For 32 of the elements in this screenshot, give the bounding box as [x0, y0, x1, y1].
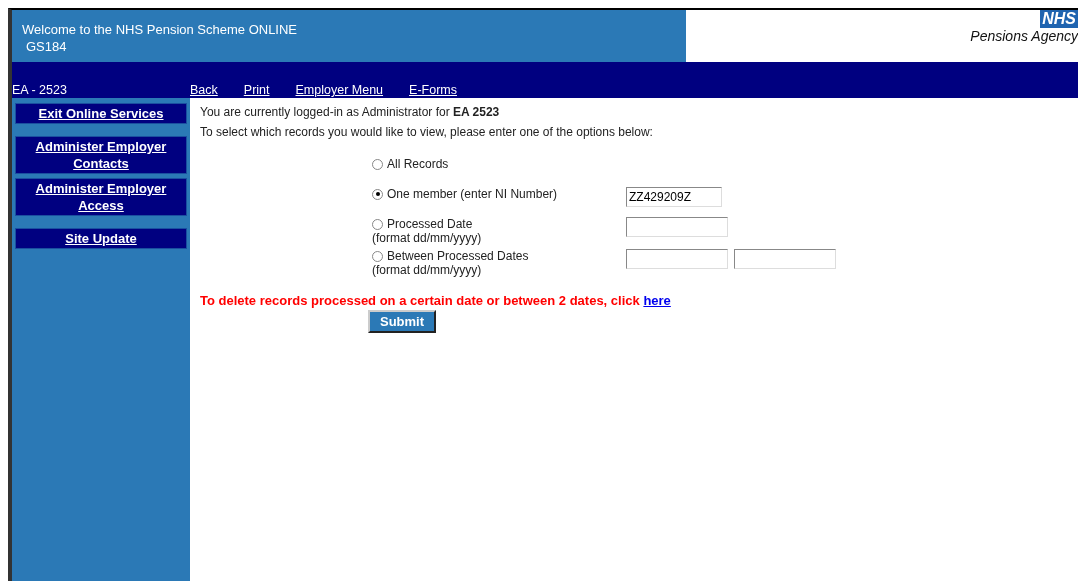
- employer-code: EA - 2523: [12, 83, 68, 97]
- input-field[interactable]: [626, 249, 728, 269]
- site-code: GS184: [25, 39, 68, 54]
- delete-instruction: To delete records processed on a certain date or between 2 dates, click here: [200, 293, 672, 308]
- nav-link[interactable]: Print: [243, 83, 270, 97]
- sidebar-item[interactable]: Site Update: [15, 228, 187, 249]
- instruction-text: To select which records you would like to view, please enter one of the options below:: [200, 125, 654, 139]
- nav-link[interactable]: Back: [190, 83, 218, 97]
- radio-button[interactable]: [372, 250, 383, 262]
- sidebar-item[interactable]: Administer Employer Access: [15, 178, 187, 216]
- here-link[interactable]: here: [643, 293, 671, 308]
- option-label: One member (enter NI Number): [387, 187, 558, 201]
- radio-button[interactable]: [372, 188, 383, 200]
- sidebar-item[interactable]: Administer Employer Contacts: [15, 136, 187, 174]
- sidebar-item[interactable]: Exit Online Services: [15, 103, 187, 124]
- input-field[interactable]: [734, 249, 836, 269]
- submit-button[interactable]: Submit: [368, 310, 437, 333]
- nav-link[interactable]: Employer Menu: [295, 83, 384, 97]
- input-field[interactable]: ZZ429209Z: [626, 187, 722, 207]
- input-field[interactable]: [626, 217, 728, 237]
- option-label: Processed Date: [387, 217, 473, 231]
- nav-link[interactable]: E-Forms: [409, 83, 457, 97]
- option-label: All Records: [387, 157, 449, 171]
- site-title: Welcome to the NHS Pension Scheme ONLINE: [22, 22, 299, 37]
- format-hint: (format dd/mm/yyyy): [372, 231, 483, 245]
- radio-button[interactable]: [372, 218, 383, 230]
- radio-button[interactable]: [372, 158, 383, 170]
- login-text: You are currently logged-in as Administrator for EA 2523: [200, 105, 501, 119]
- format-hint: (format dd/mm/yyyy): [372, 263, 483, 277]
- logo-badge: NHS: [1040, 10, 1078, 28]
- logo-text: Pensions Agency: [970, 28, 1078, 44]
- option-label: Between Processed Dates: [387, 249, 529, 263]
